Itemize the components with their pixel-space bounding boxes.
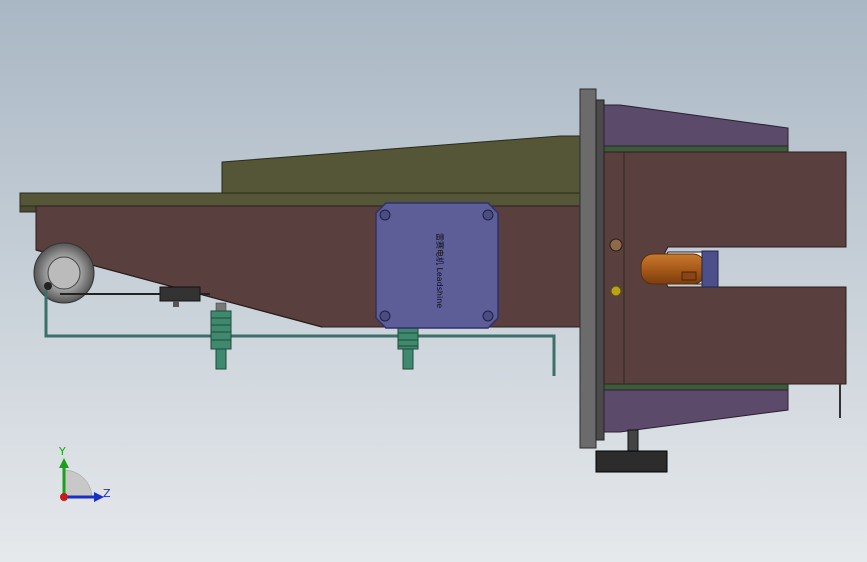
- lower-flange-strip: [603, 383, 789, 391]
- driver-box-label: 雷赛电机 Leadshine: [435, 233, 445, 308]
- assembly-drawing: 雷赛电机 Leadshine Y Z: [0, 0, 867, 562]
- mounting-plate-inner: [595, 99, 605, 441]
- top-rail-plate: [19, 192, 591, 207]
- adjust-knob[interactable]: [595, 450, 668, 473]
- limit-switch-screw: [173, 301, 179, 307]
- idler-wheel-bolt: [44, 282, 52, 290]
- cad-viewport[interactable]: 雷赛电机 Leadshine Y Z: [0, 0, 867, 562]
- adjust-screw: [627, 429, 639, 453]
- mounting-plate: [579, 88, 597, 449]
- limit-switch-block: [159, 286, 201, 302]
- z-axis-label: Z: [103, 487, 111, 500]
- upper-flange-strip: [603, 145, 789, 153]
- probe-notch: [681, 271, 697, 281]
- probe-cap: [701, 250, 719, 288]
- idler-wheel-hub: [47, 256, 81, 290]
- fitting-lower: [610, 285, 622, 297]
- fitting-upper: [609, 238, 623, 252]
- top-rail-lip: [19, 205, 37, 213]
- y-axis-label: Y: [58, 445, 66, 458]
